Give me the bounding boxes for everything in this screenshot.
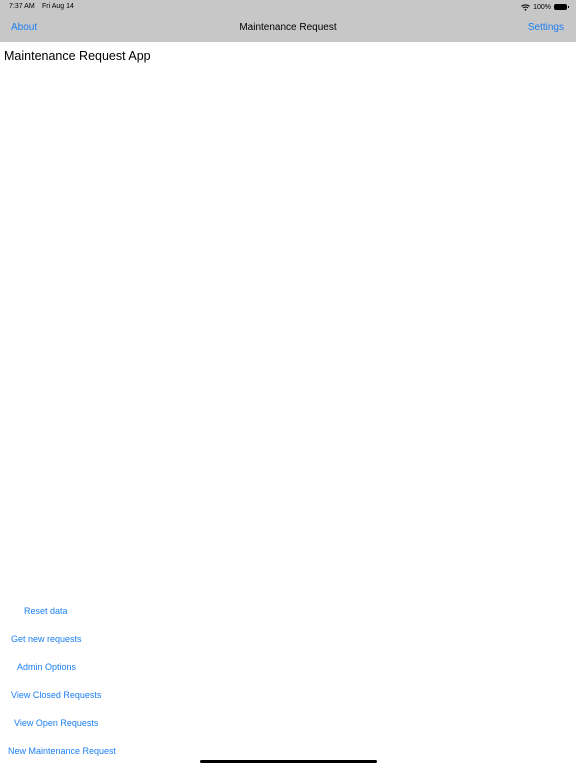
- home-indicator[interactable]: [200, 760, 377, 763]
- top-chrome: 7:37 AM Fri Aug 14 100% About Maintenanc…: [0, 0, 576, 42]
- page-title: Maintenance Request App: [4, 49, 151, 63]
- battery-percent: 100%: [533, 3, 551, 11]
- status-date: Fri Aug 14: [42, 3, 74, 10]
- app-screen: 7:37 AM Fri Aug 14 100% About Maintenanc…: [0, 0, 576, 768]
- status-bar: 7:37 AM Fri Aug 14 100%: [0, 0, 576, 14]
- navigation-bar: About Maintenance Request Settings: [0, 14, 576, 42]
- view-open-requests-button[interactable]: View Open Requests: [14, 718, 98, 728]
- get-new-requests-button[interactable]: Get new requests: [11, 634, 82, 644]
- settings-button[interactable]: Settings: [528, 22, 564, 33]
- admin-options-button[interactable]: Admin Options: [17, 662, 76, 672]
- nav-title: Maintenance Request: [239, 22, 337, 33]
- status-time: 7:37 AM: [9, 3, 35, 10]
- new-maintenance-request-button[interactable]: New Maintenance Request: [8, 746, 116, 756]
- status-indicators: 100%: [521, 2, 569, 12]
- reset-data-button[interactable]: Reset data: [24, 606, 68, 616]
- wifi-icon: [521, 3, 530, 11]
- battery-icon: [554, 4, 569, 10]
- view-closed-requests-button[interactable]: View Closed Requests: [11, 690, 101, 700]
